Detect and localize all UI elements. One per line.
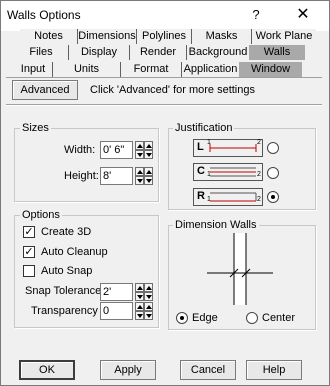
tab-render[interactable]: Render xyxy=(130,45,187,60)
close-button[interactable]: ✕ xyxy=(289,4,317,26)
help-button[interactable]: Help xyxy=(246,360,302,380)
justify-left-radio[interactable] xyxy=(267,142,279,154)
tab-notes[interactable]: Notes xyxy=(20,29,78,44)
advanced-button[interactable]: Advanced xyxy=(12,80,78,100)
auto-snap-checkbox[interactable] xyxy=(23,265,35,277)
dimension-walls-diagram-icon xyxy=(207,233,273,305)
height-input[interactable]: 8' xyxy=(100,167,133,185)
sizes-group xyxy=(14,128,159,202)
tab-dimensions[interactable]: Dimensions xyxy=(78,29,137,44)
snap-tolerance-spinner[interactable] xyxy=(135,283,153,301)
tab-format[interactable]: Format xyxy=(121,62,182,77)
walls-options-dialog: Walls Options ? ✕ Notes Dimensions Polyl… xyxy=(0,0,330,386)
justification-group-label: Justification xyxy=(173,122,235,134)
cancel-button[interactable]: Cancel xyxy=(180,360,236,380)
tab-display[interactable]: Display xyxy=(69,45,130,60)
width-spinner[interactable] xyxy=(135,141,153,159)
wall-line-left-icon xyxy=(209,144,257,152)
tab-units[interactable]: Units xyxy=(53,62,121,77)
auto-cleanup-label: Auto Cleanup xyxy=(41,246,108,258)
auto-snap-label: Auto Snap xyxy=(41,265,93,277)
apply-button[interactable]: Apply xyxy=(100,360,156,380)
title-bar: Walls Options ? ✕ xyxy=(1,1,329,31)
tab-input[interactable]: Input xyxy=(14,62,53,77)
dialog-title: Walls Options xyxy=(7,8,81,22)
advanced-hint: Click 'Advanced' for more settings xyxy=(90,84,255,96)
width-label: Width: xyxy=(64,144,96,156)
tab-application[interactable]: Application xyxy=(182,62,239,77)
wall-line-right-icon xyxy=(210,192,257,202)
create-3d-checkbox[interactable]: ✓ xyxy=(23,226,35,238)
dimension-edge-radio[interactable] xyxy=(176,312,188,324)
dimension-center-label: Center xyxy=(262,312,296,324)
tab-masks[interactable]: Masks xyxy=(192,29,252,44)
tab-panel-border xyxy=(6,77,322,78)
width-input[interactable]: 0' 6" xyxy=(100,141,133,159)
justify-center-icon: C 1 2 xyxy=(193,163,263,181)
justify-right-radio[interactable] xyxy=(267,191,279,203)
dimension-walls-group-label: Dimension Walls xyxy=(173,219,259,231)
justify-right-icon: R 1 2 xyxy=(193,188,263,206)
dimension-edge-label: Edge xyxy=(192,312,218,324)
transparency-spinner[interactable] xyxy=(135,302,153,320)
justify-center-radio[interactable] xyxy=(267,167,279,179)
options-group-label: Options xyxy=(20,209,62,221)
justify-left-icon: L 1 2 xyxy=(193,139,263,157)
wall-line-center-icon xyxy=(210,167,256,177)
auto-cleanup-checkbox[interactable]: ✓ xyxy=(23,246,35,258)
transparency-input[interactable]: 0 xyxy=(100,302,133,320)
transparency-label: Transparency xyxy=(31,305,98,317)
tab-polylines[interactable]: Polylines xyxy=(137,29,192,44)
tab-work-plane[interactable]: Work Plane xyxy=(252,29,316,44)
height-spinner[interactable] xyxy=(135,167,153,185)
snap-tolerance-label: Snap Tolerance xyxy=(25,285,102,297)
create-3d-label: Create 3D xyxy=(41,226,92,238)
sizes-group-label: Sizes xyxy=(20,122,51,134)
help-title-button[interactable]: ? xyxy=(242,4,270,26)
tab-walls[interactable]: Walls xyxy=(249,45,305,60)
tab-window[interactable]: Window xyxy=(239,62,302,77)
tab-files[interactable]: Files xyxy=(14,45,69,60)
ok-button[interactable]: OK xyxy=(19,360,75,380)
tab-background[interactable]: Background xyxy=(187,45,249,60)
height-label: Height: xyxy=(64,170,99,182)
snap-tolerance-input[interactable]: 2' xyxy=(100,283,133,301)
dimension-center-radio[interactable] xyxy=(246,312,258,324)
